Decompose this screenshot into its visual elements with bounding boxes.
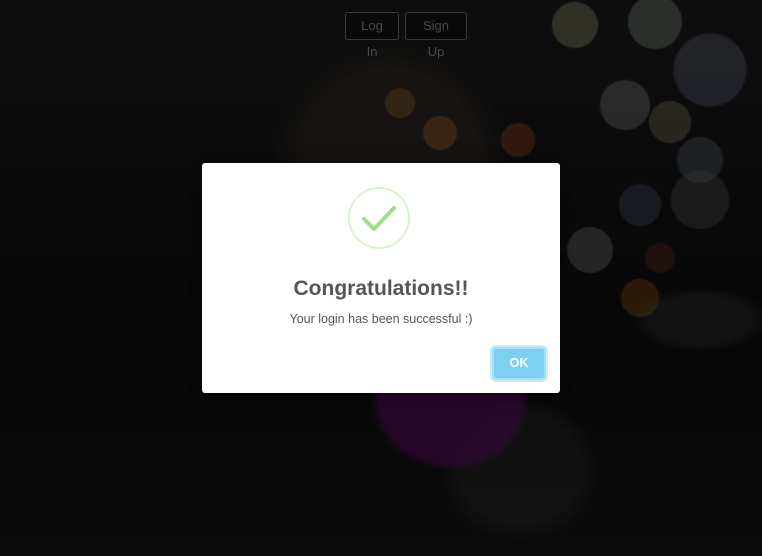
dialog-title: Congratulations!! bbox=[293, 277, 469, 300]
ok-button[interactable]: OK bbox=[492, 347, 546, 380]
success-dialog: Congratulations!! Your login has been su… bbox=[202, 163, 560, 393]
checkmark-icon bbox=[348, 187, 410, 249]
dialog-message: Your login has been successful :) bbox=[289, 312, 473, 326]
page: Log In Sign Up Congratulations!! Your lo… bbox=[0, 0, 762, 556]
top-nav: Log In Sign Up bbox=[345, 12, 467, 59]
signup-button[interactable]: Sign Up bbox=[405, 12, 467, 59]
login-button[interactable]: Log In bbox=[345, 12, 399, 59]
